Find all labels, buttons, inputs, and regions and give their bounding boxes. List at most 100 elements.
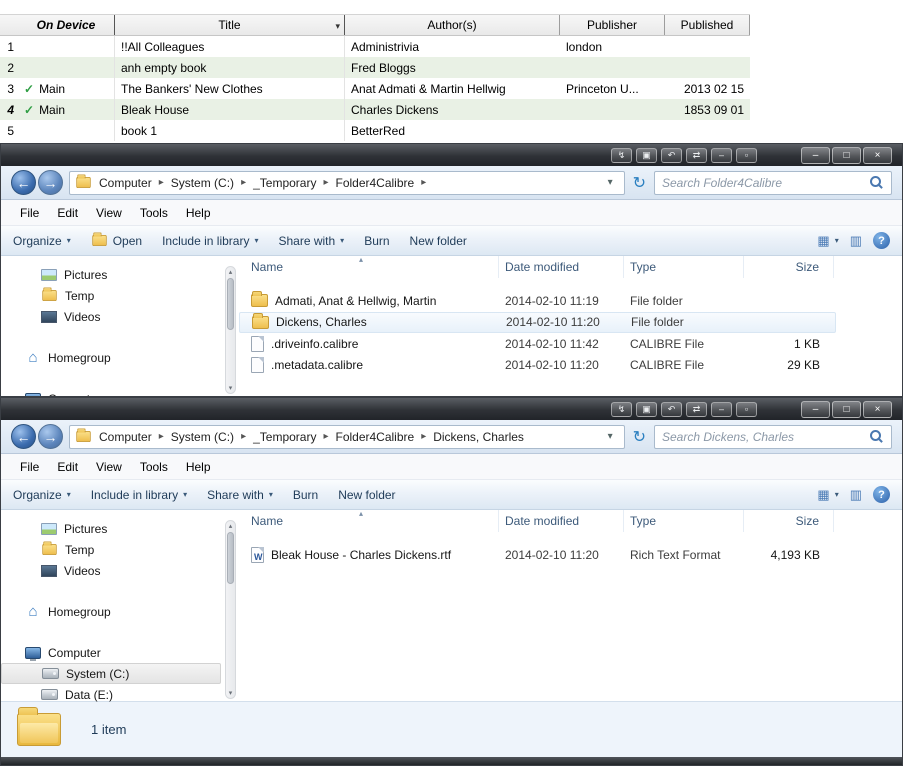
help-button[interactable]: ?	[873, 232, 890, 249]
search-input[interactable]	[662, 175, 869, 190]
win1-search-box[interactable]	[654, 170, 892, 195]
nav-item-pictures[interactable]: Pictures	[1, 518, 239, 539]
book-row[interactable]: 2 anh empty book Fred Bloggs	[0, 57, 750, 78]
breadcrumb-item-temporary[interactable]: _Temporary	[248, 430, 321, 444]
breadcrumb-item-folder4calibre[interactable]: Folder4Calibre	[330, 176, 419, 190]
menu-edit[interactable]: Edit	[48, 460, 87, 474]
change-view-button[interactable]: ▦ ▾	[817, 488, 838, 501]
column-header-type[interactable]: Type	[624, 510, 744, 532]
scroll-up-icon[interactable]: ▴	[229, 522, 233, 530]
menu-view[interactable]: View	[87, 460, 131, 474]
new-folder-button[interactable]: New folder	[410, 234, 467, 248]
nav-scrollbar[interactable]: ▴ ▾	[225, 520, 236, 699]
nav-item-homegroup[interactable]: ⌂ Homegroup	[1, 601, 239, 622]
win2-search-box[interactable]	[654, 424, 892, 449]
menu-tools[interactable]: Tools	[131, 460, 177, 474]
scroll-up-icon[interactable]: ▴	[229, 268, 233, 276]
refresh-button[interactable]: ↻	[631, 427, 648, 447]
scroll-down-icon[interactable]: ▾	[229, 384, 233, 392]
titlebar-tool-2-icon[interactable]: ▣	[636, 147, 657, 163]
titlebar-tool-5-icon[interactable]: –	[711, 147, 732, 163]
nav-item-homegroup[interactable]: ⌂ Homegroup	[1, 347, 239, 368]
win2-breadcrumb[interactable]: Computer ▸ System (C:) ▸ _Temporary ▸ Fo…	[69, 424, 625, 449]
column-header-published[interactable]: Published	[665, 15, 750, 35]
scroll-down-icon[interactable]: ▾	[229, 689, 233, 697]
menu-tools[interactable]: Tools	[131, 206, 177, 220]
column-header-name[interactable]: ▴ Name	[239, 510, 499, 532]
breadcrumb-item-system-c[interactable]: System (C:)	[166, 430, 239, 444]
titlebar-tool-1-icon[interactable]: ↯	[611, 147, 632, 163]
titlebar-tool-3-icon[interactable]: ↶	[661, 401, 682, 417]
nav-scrollbar[interactable]: ▴ ▾	[225, 266, 236, 394]
breadcrumb-item-folder4calibre[interactable]: Folder4Calibre	[330, 430, 419, 444]
book-row-current[interactable]: 4 ✓ Main Bleak House Charles Dickens 1853…	[0, 99, 750, 120]
breadcrumb-item-computer[interactable]: Computer	[94, 430, 157, 444]
title-sort-icon[interactable]: ▾	[335, 21, 340, 32]
organize-button[interactable]: Organize ▾	[13, 234, 71, 248]
scrollbar-thumb[interactable]	[227, 532, 234, 584]
file-row-admati-folder[interactable]: Admati, Anat & Hellwig, Martin 2014-02-1…	[239, 290, 836, 312]
organize-button[interactable]: Organize ▾	[13, 488, 71, 502]
nav-item-pictures[interactable]: Pictures	[1, 264, 239, 285]
close-button[interactable]: ×	[863, 146, 892, 164]
menu-help[interactable]: Help	[177, 206, 220, 220]
close-button[interactable]: ×	[863, 400, 892, 418]
menu-edit[interactable]: Edit	[48, 206, 87, 220]
titlebar-tool-1-icon[interactable]: ↯	[611, 401, 632, 417]
breadcrumb-item-computer[interactable]: Computer	[94, 176, 157, 190]
win2-titlebar[interactable]: ↯ ▣ ↶ ⇄ – ▫ – □ ×	[1, 398, 902, 420]
maximize-button[interactable]: □	[832, 400, 861, 418]
titlebar-tool-6-icon[interactable]: ▫	[736, 401, 757, 417]
forward-button[interactable]: →	[38, 170, 63, 195]
book-row[interactable]: 3 ✓ Main The Bankers' New Clothes Anat Ad…	[0, 78, 750, 99]
column-header-name[interactable]: ▴ Name	[239, 256, 499, 278]
nav-item-computer[interactable]: Computer	[1, 642, 239, 663]
open-button[interactable]: Open	[91, 232, 142, 248]
new-folder-button[interactable]: New folder	[338, 488, 395, 502]
win1-breadcrumb[interactable]: Computer ▸ System (C:) ▸ _Temporary ▸ Fo…	[69, 170, 625, 195]
include-in-library-button[interactable]: Include in library ▾	[162, 234, 258, 248]
column-header-title[interactable]: Title ▾	[115, 15, 345, 35]
titlebar-tool-2-icon[interactable]: ▣	[636, 401, 657, 417]
nav-item-videos[interactable]: Videos	[1, 306, 239, 327]
breadcrumb-item-system-c[interactable]: System (C:)	[166, 176, 239, 190]
preview-pane-button[interactable]: ▥	[850, 234, 862, 247]
back-button[interactable]: ←	[11, 424, 36, 449]
column-header-size[interactable]: Size	[744, 256, 834, 278]
column-header-authors[interactable]: Author(s)	[345, 15, 560, 35]
breadcrumb-item-temporary[interactable]: _Temporary	[248, 176, 321, 190]
forward-button[interactable]: →	[38, 424, 63, 449]
minimize-button[interactable]: –	[801, 400, 830, 418]
column-header-date-modified[interactable]: Date modified	[499, 510, 624, 532]
menu-help[interactable]: Help	[177, 460, 220, 474]
back-button[interactable]: ←	[11, 170, 36, 195]
titlebar-tool-4-icon[interactable]: ⇄	[686, 147, 707, 163]
include-in-library-button[interactable]: Include in library ▾	[91, 488, 187, 502]
help-button[interactable]: ?	[873, 486, 890, 503]
menu-view[interactable]: View	[87, 206, 131, 220]
change-view-button[interactable]: ▦ ▾	[817, 234, 838, 247]
nav-item-system-c[interactable]: System (C:)	[1, 663, 221, 684]
win1-titlebar[interactable]: ↯ ▣ ↶ ⇄ – ▫ – □ ×	[1, 144, 902, 166]
search-input[interactable]	[662, 429, 869, 444]
burn-button[interactable]: Burn	[364, 234, 389, 248]
titlebar-tool-5-icon[interactable]: –	[711, 401, 732, 417]
address-history-dropdown-icon[interactable]: ▾	[602, 431, 619, 442]
file-row-dickens-folder-selected[interactable]: Dickens, Charles 2014-02-10 11:20 File f…	[239, 311, 836, 333]
refresh-button[interactable]: ↻	[631, 173, 648, 193]
menu-file[interactable]: File	[11, 206, 48, 220]
file-row-metadata[interactable]: .metadata.calibre 2014-02-10 11:20 CALIB…	[239, 355, 836, 377]
file-row-bleak-house-rtf[interactable]: Bleak House - Charles Dickens.rtf 2014-0…	[239, 544, 836, 566]
nav-item-data-e[interactable]: Data (E:)	[1, 684, 239, 705]
search-icon[interactable]	[869, 175, 884, 190]
preview-pane-button[interactable]: ▥	[850, 488, 862, 501]
nav-item-temp[interactable]: Temp	[1, 285, 239, 306]
column-header-date-modified[interactable]: Date modified	[499, 256, 624, 278]
nav-item-videos[interactable]: Videos	[1, 560, 239, 581]
column-header-size[interactable]: Size	[744, 510, 834, 532]
file-row-driveinfo[interactable]: .driveinfo.calibre 2014-02-10 11:42 CALI…	[239, 333, 836, 355]
minimize-button[interactable]: –	[801, 146, 830, 164]
burn-button[interactable]: Burn	[293, 488, 318, 502]
book-row[interactable]: 1 !!All Colleagues Administrivia london	[0, 36, 750, 57]
nav-item-computer[interactable]: Computer	[1, 388, 239, 396]
